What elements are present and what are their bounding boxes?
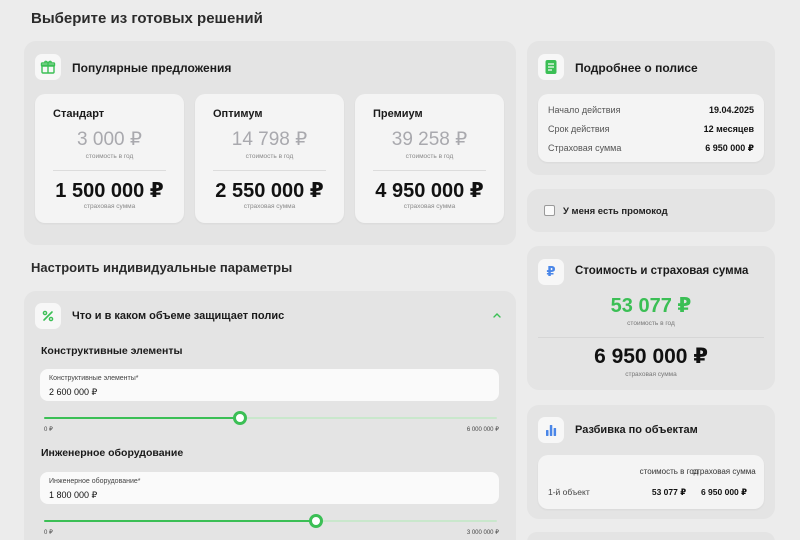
plan-sum-caption: страховая сумма [83,203,136,210]
popular-offers-panel: Популярные предложения Стандарт 3 000 ₽ … [24,41,516,245]
structural-elements-slider[interactable] [44,411,497,425]
custom-params-title: Настроить индивидуальные параметры [31,260,293,275]
policy-start-value: 19.04.2025 [708,105,754,115]
plan-sum-caption: страховая сумма [243,203,296,210]
plan-sum-caption: страховая сумма [403,203,456,210]
document-icon [538,54,564,80]
slider-fill [44,520,316,522]
promo-panel: У меня есть промокод [527,189,775,232]
plan-sum: 2 550 000 ₽ [215,180,324,202]
divider [373,170,486,171]
popular-offers-title: Популярные предложения [72,61,232,75]
cost-sum: 6 950 000 ₽ [594,345,708,368]
plan-card-optimum[interactable]: Оптимум 14 798 ₽ стоимость в год 2 550 0… [195,94,344,223]
group-heading: Инженерное оборудование [41,447,184,459]
plan-name: Оптимум [213,108,263,120]
bar-chart-icon [538,417,564,443]
divider [53,170,166,171]
cost-price: 53 077 ₽ [610,295,692,317]
engineering-equipment-slider[interactable] [44,514,497,528]
plan-card-standard[interactable]: Стандарт 3 000 ₽ стоимость в год 1 500 0… [35,94,184,223]
breakdown-row-sum: 6 950 000 ₽ [700,487,748,497]
coverage-title: Что и в каком объеме защищает полис [72,310,285,322]
breakdown-panel: Разбивка по объектам стоимость в год стр… [527,405,775,519]
plan-price-caption: стоимость в год [245,153,294,160]
plan-sum: 1 500 000 ₽ [55,180,164,202]
slider-max: 3 000 000 ₽ [466,530,499,536]
promo-checkbox[interactable] [544,205,555,216]
cost-sum-caption: страховая сумма [625,371,677,378]
coverage-panel: Что и в каком объеме защищает полис Конс… [24,291,516,540]
field-label: Конструктивные элементы* [49,375,139,382]
percent-icon [35,303,61,329]
field-value: 2 600 000 ₽ [49,387,98,397]
group-heading: Конструктивные элементы [41,345,183,357]
plan-sum: 4 950 000 ₽ [375,180,484,202]
policy-details-card: Начало действия 19.04.2025 Срок действия… [538,94,764,162]
slider-max: 6 000 000 ₽ [466,427,499,433]
cost-price-caption: стоимость в год [627,320,675,327]
field-label: Инженерное оборудование* [49,478,141,485]
slider-knob[interactable] [233,411,248,425]
plan-price: 39 258 ₽ [391,129,468,150]
promo-label[interactable]: У меня есть промокод [563,206,668,217]
structural-elements-field[interactable]: Конструктивные элементы* 2 600 000 ₽ [40,369,499,401]
policy-details-panel: Подробнее о полисе Начало действия 19.04… [527,41,775,175]
field-value: 1 800 000 ₽ [49,490,98,500]
plan-price: 14 798 ₽ [231,129,308,150]
policy-term-label: Срок действия [548,124,610,134]
engineering-equipment-field[interactable]: Инженерное оборудование* 1 800 000 ₽ [40,472,499,504]
plan-card-premium[interactable]: Премиум 39 258 ₽ стоимость в год 4 950 0… [355,94,504,223]
cost-title: Стоимость и страховая сумма [575,265,749,277]
gift-icon [35,54,61,80]
policy-sum-value: 6 950 000 ₽ [705,143,754,153]
ready-solutions-title: Выберите из готовых решений [31,10,263,27]
plan-name: Стандарт [53,108,105,120]
plan-price-caption: стоимость в год [405,153,454,160]
breakdown-title: Разбивка по объектам [575,424,698,436]
slider-min: 0 ₽ [44,427,53,433]
next-panel [527,532,775,540]
slider-fill [44,417,241,419]
policy-term-value: 12 месяцев [703,124,754,134]
policy-start-label: Начало действия [548,105,621,115]
plan-price: 3 000 ₽ [77,129,142,150]
divider [538,337,764,338]
plan-name: Премиум [373,108,423,120]
policy-details-title: Подробнее о полисе [575,61,698,75]
chevron-up-icon[interactable] [490,308,504,322]
plan-price-caption: стоимость в год [85,153,134,160]
policy-sum-label: Страховая сумма [548,143,622,153]
breakdown-table: стоимость в год страховая сумма 1-й объе… [538,455,764,509]
breakdown-row-name: 1-й объект [548,487,590,497]
breakdown-col-sum: страховая сумма [692,467,756,476]
divider [213,170,326,171]
slider-knob[interactable] [308,514,323,528]
ruble-icon: ₽ [538,259,564,285]
cost-panel: ₽ Стоимость и страховая сумма 53 077 ₽ с… [527,246,775,390]
slider-min: 0 ₽ [44,530,53,536]
